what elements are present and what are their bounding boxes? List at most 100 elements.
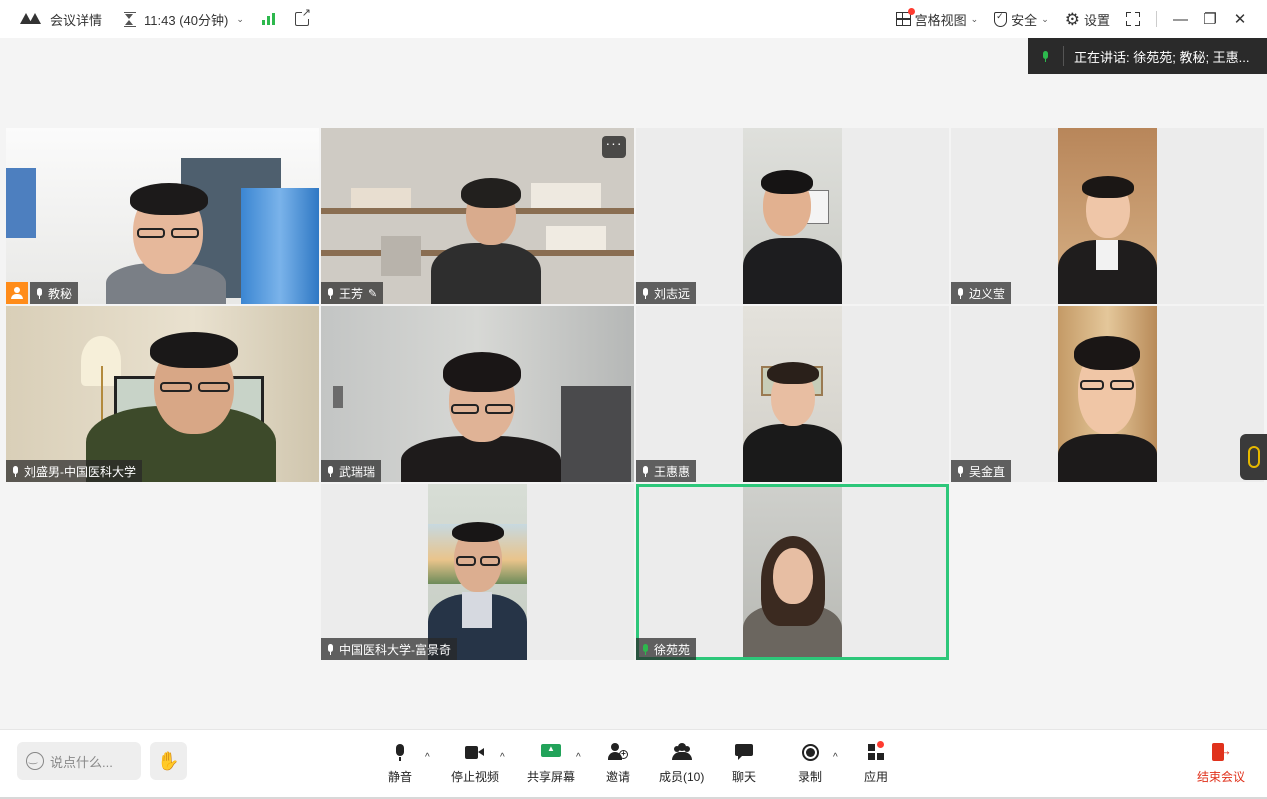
participant-name: 刘盛男-中国医科大学 [24, 464, 136, 479]
video-tile[interactable]: 教秘 [6, 128, 319, 304]
mute-button[interactable]: 静音 [388, 742, 412, 785]
microphone-icon [395, 744, 405, 761]
emoji-icon[interactable] [26, 752, 44, 770]
chevron-down-icon: ⌄ [1041, 13, 1049, 24]
speaking-indicator: 正在讲话: 徐苑苑; 教秘; 王惠... [1028, 38, 1267, 74]
grid-view-icon [895, 8, 915, 26]
participant-name: 教秘 [48, 286, 73, 301]
shield-icon [994, 11, 1008, 27]
chat-input[interactable]: 说点什么... [17, 742, 141, 780]
microphone-icon [957, 465, 964, 477]
video-options-caret[interactable]: ^ [500, 752, 505, 763]
invite-button[interactable]: + 邀请 [606, 742, 630, 785]
more-options-button[interactable]: ··· [602, 136, 626, 158]
divider [1156, 11, 1157, 27]
record-button[interactable]: 录制 [798, 742, 822, 785]
chat-label: 聊天 [732, 770, 757, 784]
video-tile[interactable]: 吴金直 [951, 306, 1264, 482]
gear-icon: ⚙ [1064, 9, 1080, 29]
apps-icon [868, 741, 884, 760]
participant-nametag: 吴金直 [951, 460, 1012, 482]
microphone-icon [327, 465, 334, 477]
participant-name: 边义莹 [969, 286, 1006, 301]
participant-name: 王惠惠 [654, 464, 691, 479]
participant-name: 吴金直 [969, 464, 1006, 479]
microphone-icon [957, 287, 964, 299]
microphone-icon [642, 643, 649, 655]
whiteboard-icon [1247, 446, 1260, 468]
participant-nametag: 边义莹 [951, 282, 1012, 304]
participant-nametag: 教秘 [30, 282, 79, 304]
hand-icon: ✋ [157, 750, 180, 771]
participant-name: 武瑞瑞 [339, 464, 376, 479]
speaking-text: 正在讲话: 徐苑苑; 教秘; 王惠... [1074, 49, 1250, 65]
fullscreen-icon[interactable] [1126, 12, 1140, 26]
microphone-icon [642, 465, 649, 477]
view-mode-label: 宫格视图 [914, 12, 967, 28]
notification-dot [907, 8, 915, 15]
apps-button[interactable]: 应用 [864, 741, 889, 785]
apps-label: 应用 [864, 770, 889, 784]
video-tile[interactable]: 徐苑苑 [636, 484, 949, 660]
participant-name: 刘志远 [654, 286, 691, 301]
end-meeting-button[interactable]: 结束会议 [1197, 742, 1245, 785]
end-meeting-label: 结束会议 [1196, 770, 1245, 784]
share-screen-icon [541, 744, 561, 760]
security-label: 安全 [1011, 12, 1038, 28]
raise-hand-button[interactable]: ✋ [150, 742, 187, 780]
record-options-caret[interactable]: ^ [833, 752, 838, 763]
participant-nametag: 中国医科大学-富景奇 [321, 638, 457, 660]
participant-name: 徐苑苑 [654, 642, 691, 657]
invite-label: 邀请 [606, 770, 631, 784]
signal-strength-icon[interactable] [261, 13, 275, 25]
app-logo-icon [20, 13, 42, 25]
bottom-toolbar: 说点什么... ✋ 静音 ^ 停止视频 ^ 共享屏幕 ^ + 邀请 成员(10)… [0, 729, 1267, 799]
video-tile[interactable]: 武瑞瑞 [321, 306, 634, 482]
invite-icon: + [608, 743, 628, 761]
participant-name: 中国医科大学-富景奇 [339, 642, 451, 657]
stop-video-button[interactable]: 停止视频 [451, 742, 499, 785]
participant-nametag: 徐苑苑 [636, 638, 697, 660]
meeting-time[interactable]: 11:43 (40分钟) [144, 10, 228, 29]
stop-video-label: 停止视频 [451, 770, 500, 784]
mute-options-caret[interactable]: ^ [425, 752, 430, 763]
exit-icon [1211, 743, 1232, 761]
video-tile[interactable]: ··· 王芳 ✎ [321, 128, 634, 304]
microphone-icon [327, 643, 334, 655]
video-tile[interactable]: 中国医科大学-富景奇 [321, 484, 634, 660]
participant-name: 王芳 [339, 286, 364, 301]
microphone-icon [642, 287, 649, 299]
share-options-caret[interactable]: ^ [576, 752, 581, 763]
settings-label: 设置 [1083, 12, 1110, 28]
record-icon [801, 743, 819, 761]
view-mode-button[interactable]: 宫格视图 ⌄ [895, 8, 978, 29]
chat-icon [735, 744, 753, 760]
settings-button[interactable]: ⚙ 设置 [1065, 10, 1110, 29]
members-label: 成员(10) [659, 770, 705, 784]
participant-nametag: 刘盛男-中国医科大学 [6, 460, 142, 482]
minimize-button[interactable]: — [1173, 11, 1188, 28]
side-panel-tab[interactable] [1240, 434, 1267, 480]
share-screen-button[interactable]: 共享屏幕 [527, 742, 575, 785]
microphone-icon [36, 287, 43, 299]
pen-icon: ✎ [368, 287, 378, 300]
participant-nametag: 王惠惠 [636, 460, 697, 482]
meeting-details-link[interactable]: 会议详情 [50, 10, 102, 29]
members-button[interactable]: 成员(10) [659, 742, 704, 785]
video-tile[interactable]: 王惠惠 [636, 306, 949, 482]
security-button[interactable]: 安全 ⌄ [994, 10, 1049, 29]
participant-nametag: 刘志远 [636, 282, 697, 304]
restore-button[interactable]: ❐ [1203, 10, 1217, 28]
record-label: 录制 [798, 770, 823, 784]
camera-icon [465, 745, 485, 759]
chat-button[interactable]: 聊天 [732, 742, 756, 785]
video-tile[interactable]: 刘盛男-中国医科大学 [6, 306, 319, 482]
members-icon [671, 743, 693, 761]
microphone-icon [327, 287, 334, 299]
title-bar: 会议详情 11:43 (40分钟) ⌄ 宫格视图 ⌄ 安全 ⌄ ⚙ 设置 [0, 0, 1267, 38]
chevron-down-icon[interactable]: ⌄ [236, 14, 244, 25]
video-tile[interactable]: 刘志远 [636, 128, 949, 304]
video-tile[interactable]: 边义莹 [951, 128, 1264, 304]
external-link-icon[interactable] [294, 7, 311, 26]
close-button[interactable]: ✕ [1233, 10, 1247, 28]
